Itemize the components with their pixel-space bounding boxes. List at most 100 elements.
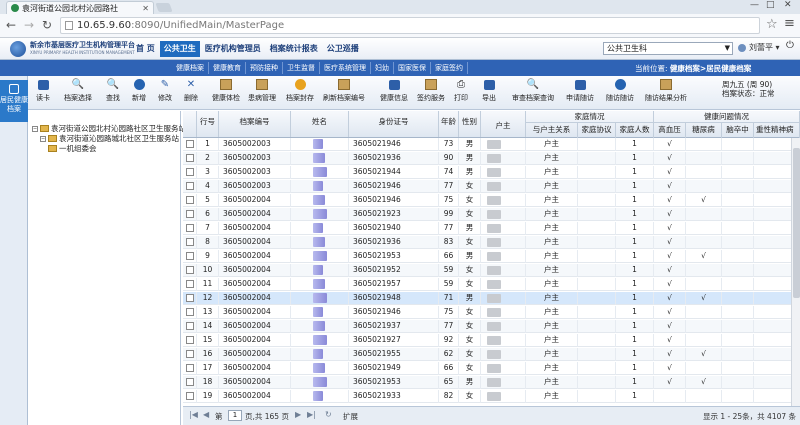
header-hypertension[interactable]: 高血压 — [654, 123, 686, 138]
table-row[interactable]: 10 3605002004 3605021952 59 女 户主 1 √ — [183, 264, 800, 277]
user-info[interactable]: 刘蕾平 ▾ — [738, 42, 780, 53]
contract-service-button[interactable]: 签约服务 — [417, 78, 445, 103]
row-checkbox[interactable] — [185, 336, 194, 344]
back-icon[interactable]: ← — [6, 18, 16, 32]
header-family-count[interactable]: 家庭人数 — [616, 123, 654, 138]
read-card-button[interactable]: 读卡 — [36, 78, 50, 103]
subnav-health-education[interactable]: 健康教育 — [209, 62, 246, 74]
header-name[interactable]: 姓名 — [291, 111, 349, 137]
delete-button[interactable]: ✕ 删除 — [184, 78, 198, 103]
page-input[interactable]: 1 — [228, 410, 242, 421]
table-row[interactable]: 12 3605002004 3605021948 71 男户主 1 √ √ — [183, 292, 800, 305]
add-button[interactable]: 新增 — [132, 78, 146, 103]
last-page-icon[interactable]: ▶| — [307, 410, 316, 419]
subnav-family-contract[interactable]: 家庭签约 — [431, 62, 468, 74]
followup-analysis-button[interactable]: 随访结果分析 — [645, 78, 687, 103]
refresh-icon[interactable]: ↻ — [325, 410, 332, 419]
header-seq[interactable]: 行号 — [197, 111, 219, 137]
row-checkbox[interactable] — [185, 154, 194, 162]
subnav-vaccination[interactable]: 预防接种 — [246, 62, 283, 74]
header-mental[interactable]: 重性精神病 — [754, 123, 800, 138]
row-checkbox[interactable] — [185, 210, 194, 218]
scrollbar-thumb[interactable] — [793, 148, 800, 298]
row-checkbox[interactable] — [185, 168, 194, 176]
row-checkbox[interactable] — [185, 308, 194, 316]
table-row[interactable]: 8 3605002004 3605021936 83 女 户主 1 √ — [183, 236, 800, 249]
subnav-national-insurance[interactable]: 国家医保 — [394, 62, 431, 74]
table-row[interactable]: 7 3605002004 3605021940 77 男 户主 1 √ — [183, 222, 800, 235]
maximize-icon[interactable]: □ — [766, 0, 775, 10]
review-query-button[interactable]: 🔍 审查档案查询 — [512, 78, 554, 103]
row-checkbox[interactable] — [185, 238, 194, 246]
print-button[interactable]: ⎙ 打印 — [454, 78, 468, 103]
row-checkbox[interactable] — [185, 252, 194, 260]
power-icon[interactable]: ⏻ — [786, 40, 794, 51]
top-menu-home[interactable]: 首 页 — [132, 41, 159, 57]
table-row[interactable]: 16 3605002004 3605021955 62 女户主 1 √ √ — [183, 348, 800, 361]
header-diabetes[interactable]: 糖尿病 — [686, 123, 722, 138]
row-checkbox[interactable] — [185, 266, 194, 274]
table-row[interactable]: 17 3605002004 3605021949 66 女 户主 1 √ — [183, 362, 800, 375]
forward-icon[interactable]: → — [24, 18, 34, 32]
archive-seal-button[interactable]: 档案封存 — [286, 78, 314, 103]
header-id-no[interactable]: 身份证号 — [349, 111, 439, 137]
collapse-icon[interactable]: − — [32, 125, 38, 132]
header-file-no[interactable]: 档案编号 — [219, 111, 291, 137]
tree-node-leaf[interactable]: 一机组委会 — [48, 143, 97, 154]
browser-menu-icon[interactable]: ≡ — [784, 16, 795, 31]
expand-link[interactable]: 扩展 — [343, 411, 358, 422]
bookmark-star-icon[interactable]: ☆ — [766, 17, 778, 32]
table-row[interactable]: 13 3605002004 3605021946 75 女 户主 1 √ — [183, 306, 800, 319]
table-row[interactable]: 5 3605002004 3605021946 75 女户主 1 √ √ — [183, 194, 800, 207]
reload-icon[interactable]: ↻ — [42, 18, 52, 32]
row-checkbox[interactable] — [185, 364, 194, 372]
header-age[interactable]: 年龄 — [439, 111, 459, 137]
subnav-health-records[interactable]: 健康档案 — [172, 62, 209, 74]
disease-management-button[interactable]: 患病管理 — [248, 78, 276, 103]
row-checkbox[interactable] — [185, 140, 194, 148]
row-checkbox[interactable] — [185, 196, 194, 204]
table-row[interactable]: 1 3605002003 3605021946 73 男户主 1 √ — [183, 138, 800, 151]
row-checkbox[interactable] — [185, 392, 194, 400]
table-row[interactable]: 14 3605002004 3605021937 77 女 户主 1 √ — [183, 320, 800, 333]
left-tab-resident-records[interactable]: 居民健康档案 — [0, 80, 28, 122]
header-relation[interactable]: 与户主关系 — [526, 123, 578, 138]
table-row[interactable]: 9 3605002004 3605021953 66 男户主 1 √ √ — [183, 250, 800, 263]
followup-button[interactable]: 随访随访 — [606, 78, 634, 103]
edit-button[interactable]: ✎ 修改 — [158, 78, 172, 103]
top-menu-broadcast[interactable]: 公卫巡播 — [323, 41, 363, 57]
header-sex[interactable]: 性别 — [459, 111, 481, 137]
row-checkbox[interactable] — [185, 350, 194, 358]
browser-tab[interactable]: 袁河街道公园北村沁园路社 ✕ — [6, 1, 154, 14]
row-checkbox[interactable] — [185, 280, 194, 288]
top-menu-institution-admin[interactable]: 医疗机构管理员 — [201, 41, 265, 57]
minimize-icon[interactable]: — — [750, 0, 759, 10]
new-tab-button[interactable] — [155, 3, 173, 12]
select-record-button[interactable]: 🔍 档案选择 — [64, 78, 92, 103]
next-page-icon[interactable]: ▶ — [295, 410, 301, 419]
find-button[interactable]: 🔍 查找 — [106, 78, 120, 103]
export-button[interactable]: 导出 — [482, 78, 496, 103]
url-input[interactable]: 10.65.9.60:8090/UnifiedMain/MasterPage — [60, 17, 760, 34]
row-checkbox[interactable] — [185, 322, 194, 330]
header-family-agreement[interactable]: 家庭协议 — [578, 123, 616, 138]
top-menu-public-health[interactable]: 公共卫生 — [159, 41, 200, 57]
subnav-medical-system[interactable]: 医疗系统管理 — [320, 62, 371, 74]
collapse-icon[interactable]: − — [40, 135, 46, 142]
health-info-button[interactable]: 健康信息 — [380, 78, 408, 103]
apply-followup-button[interactable]: 申请随访 — [566, 78, 594, 103]
table-row[interactable]: 19 3605002004 3605021933 82 女 户主 1 — [183, 390, 800, 403]
close-window-icon[interactable]: ✕ — [784, 0, 792, 10]
grid-scrollbar[interactable] — [791, 138, 800, 406]
header-stroke[interactable]: 脑卒中 — [722, 123, 754, 138]
first-page-icon[interactable]: |◀ — [189, 410, 198, 419]
refresh-number-button[interactable]: 刷新档案编号 — [323, 78, 365, 103]
table-row[interactable]: 3 3605002003 3605021944 74 男 户主 1 √ — [183, 166, 800, 179]
table-row[interactable]: 4 3605002003 3605021946 77 女 户主 1 √ — [183, 180, 800, 193]
table-row[interactable]: 15 3605002004 3605021927 92 女 户主 1 √ — [183, 334, 800, 347]
prev-page-icon[interactable]: ◀ — [203, 410, 209, 419]
table-row[interactable]: 2 3605002003 3605021936 90 男 户主 1 √ — [183, 152, 800, 165]
subnav-maternal-child[interactable]: 妇幼 — [371, 62, 394, 74]
table-row[interactable]: 11 3605002004 3605021957 59 女 户主 1 √ — [183, 278, 800, 291]
row-checkbox[interactable] — [185, 224, 194, 232]
